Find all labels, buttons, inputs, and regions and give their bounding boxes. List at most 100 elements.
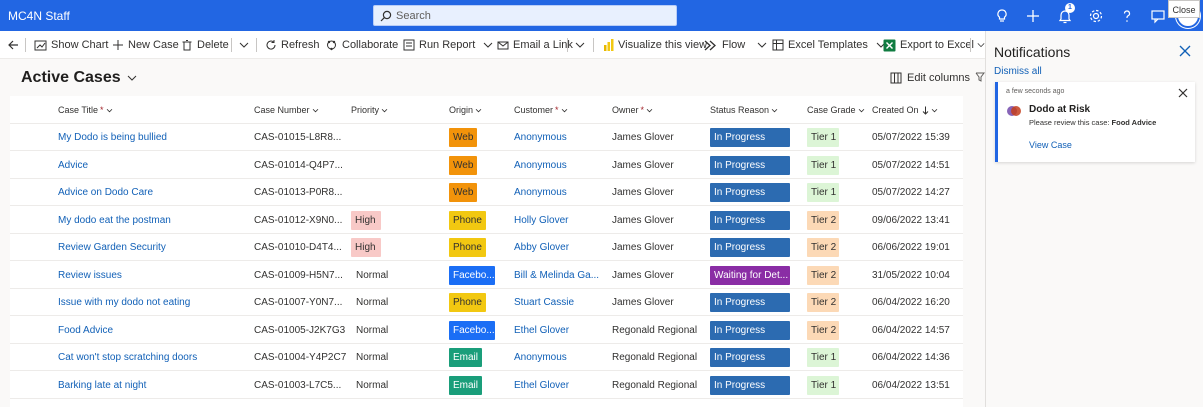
customer-link[interactable]: Anonymous — [514, 132, 602, 143]
origin-badge: Phone — [449, 210, 486, 230]
table-row[interactable]: Advice CAS-01014-Q4P7... Web Anonymous James… — [10, 152, 963, 179]
case-number: CAS-01009-H5N7... — [254, 269, 343, 281]
notifications-button[interactable]: 1 — [1055, 3, 1075, 26]
created-on: 06/04/2022 16:20 — [872, 297, 950, 308]
new-case-button[interactable]: New Case — [112, 37, 179, 53]
back-arrow-icon[interactable] — [7, 39, 19, 51]
case-title-link[interactable]: Cat won't stop scratching doors — [58, 352, 248, 363]
chevron-down-icon[interactable] — [239, 41, 249, 49]
close-icon[interactable] — [1179, 45, 1191, 57]
customer-link[interactable]: Anonymous — [514, 187, 602, 198]
email-link-button[interactable]: Email a Link — [497, 37, 573, 53]
column-header-case-number[interactable]: Case Number — [254, 105, 319, 115]
column-header-owner[interactable]: Owner * — [612, 105, 653, 115]
chevron-down-icon[interactable] — [977, 41, 985, 49]
excel-icon — [883, 39, 896, 51]
case-number: CAS-01013-P0R8... — [254, 187, 343, 198]
collaborate-label: Collaborate — [342, 39, 399, 51]
case-title-link[interactable]: Advice — [58, 160, 248, 171]
owner-name: James Glover — [612, 297, 674, 308]
customer-link[interactable]: Abby Glover — [514, 242, 602, 253]
table-row[interactable]: Review Garden Security CAS-01010-D4T4... H… — [10, 234, 963, 261]
case-title-link[interactable]: Advice on Dodo Care — [58, 187, 248, 198]
column-header-priority[interactable]: Priority — [351, 105, 388, 115]
export-excel-button[interactable]: Export to Excel — [883, 37, 974, 53]
customer-link[interactable]: Anonymous — [514, 160, 602, 171]
column-header-status-reason[interactable]: Status Reason — [710, 105, 778, 115]
customer-link[interactable]: Stuart Cassie — [514, 297, 602, 308]
case-grade-badge: Tier 1 — [807, 183, 839, 202]
table-row[interactable]: Review issues CAS-01009-H5N7... Normal Face… — [10, 262, 963, 289]
created-on: 06/06/2022 19:01 — [872, 242, 950, 253]
customer-link[interactable]: Anonymous — [514, 352, 602, 363]
chevron-down-icon[interactable] — [575, 41, 585, 49]
created-on: 09/06/2022 13:41 — [872, 214, 950, 226]
table-row[interactable]: Barking late at night CAS-01003-L7C5... No… — [10, 372, 963, 399]
app-title[interactable]: MC4N Staff — [8, 9, 70, 23]
table-row[interactable]: Issue with my dodo not eating CAS-01007-Y… — [10, 289, 963, 316]
column-header-origin[interactable]: Origin — [449, 105, 482, 115]
notification-case-name: Food Advice — [1111, 118, 1157, 127]
sort-descending-icon — [922, 106, 928, 115]
edit-columns-button[interactable]: Edit columns — [890, 72, 970, 84]
owner-name: James Glover — [612, 269, 674, 281]
case-title-link[interactable]: Review Garden Security — [58, 242, 248, 253]
status-badge: In Progress — [710, 210, 790, 230]
column-header-customer[interactable]: Customer * — [514, 105, 568, 115]
close-icon[interactable] — [1178, 88, 1188, 98]
refresh-label: Refresh — [281, 39, 320, 51]
gear-icon[interactable] — [1086, 6, 1106, 26]
view-selector[interactable]: Active Cases — [21, 69, 137, 87]
owner-name: James Glover — [612, 187, 674, 198]
owner-name: James Glover — [612, 214, 674, 226]
view-case-link[interactable]: View Case — [1029, 140, 1072, 150]
show-chart-button[interactable]: Show Chart — [34, 37, 108, 53]
customer-link[interactable]: Bill & Melinda Ga... — [514, 270, 602, 281]
case-title-link[interactable]: Review issues — [58, 270, 248, 281]
customer-link[interactable]: Holly Glover — [514, 215, 602, 226]
delete-button[interactable]: Delete — [181, 37, 229, 53]
case-title-link[interactable]: My Dodo is being bullied — [58, 132, 248, 143]
table-row[interactable]: Cat won't stop scratching doors CAS-01004… — [10, 344, 963, 371]
column-header-case-grade[interactable]: Case Grade — [807, 105, 865, 115]
case-title-link[interactable]: Issue with my dodo not eating — [58, 297, 248, 308]
customer-link[interactable]: Ethel Glover — [514, 380, 602, 391]
status-badge: In Progress — [710, 155, 790, 175]
customer-link[interactable]: Ethel Glover — [514, 325, 602, 336]
visualize-view-button[interactable]: Visualize this view — [603, 37, 707, 53]
email-link-label: Email a Link — [513, 39, 573, 51]
new-case-label: New Case — [128, 39, 179, 51]
flow-button[interactable]: Flow — [704, 37, 771, 53]
chevron-down-icon — [127, 75, 136, 81]
excel-templates-button[interactable]: Excel Templates — [772, 37, 890, 53]
edit-columns-label: Edit columns — [907, 72, 970, 84]
lightbulb-icon[interactable] — [992, 6, 1012, 26]
column-header-case-title[interactable]: Case Title * — [58, 105, 113, 115]
run-report-button[interactable]: Run Report — [403, 37, 497, 53]
case-title-link[interactable]: Food Advice — [58, 325, 248, 336]
case-number: CAS-01004-Y4P2C7 — [254, 352, 346, 363]
chat-icon[interactable] — [1148, 6, 1168, 26]
dismiss-all-link[interactable]: Dismiss all — [994, 66, 1042, 77]
collaborate-button[interactable]: Collaborate — [325, 37, 398, 53]
created-on: 05/07/2022 15:39 — [872, 132, 950, 143]
status-badge: Waiting for Det... — [710, 265, 790, 285]
case-grade-badge: Tier 2 — [807, 238, 839, 257]
help-icon[interactable] — [1117, 6, 1137, 26]
search-box[interactable]: Search — [373, 5, 677, 26]
table-row[interactable]: Food Advice CAS-01005-J2K7G3 Normal Facebo.… — [10, 317, 963, 344]
table-row[interactable]: Advice on Dodo Care CAS-01013-P0R8... Web A… — [10, 179, 963, 206]
filter-icon[interactable] — [975, 72, 985, 82]
table-row[interactable]: My Dodo is being bullied CAS-01015-L8R8..… — [10, 124, 963, 151]
chart-icon — [34, 40, 47, 50]
case-title-link[interactable]: My dodo eat the postman — [58, 215, 248, 226]
case-number: CAS-01003-L7C5... — [254, 379, 342, 391]
refresh-button[interactable]: Refresh — [265, 37, 320, 53]
created-on: 31/05/2022 10:04 — [872, 269, 950, 281]
case-title-link[interactable]: Barking late at night — [58, 380, 248, 391]
plus-icon[interactable] — [1023, 6, 1043, 26]
notification-body: Please review this case: Food Advice — [1029, 118, 1157, 127]
column-header-created-on[interactable]: Created On — [872, 105, 938, 115]
table-row[interactable]: My dodo eat the postman CAS-01012-X9N0...… — [10, 207, 963, 234]
cases-grid: Case Title * Case Number Priority Origin … — [10, 96, 963, 407]
